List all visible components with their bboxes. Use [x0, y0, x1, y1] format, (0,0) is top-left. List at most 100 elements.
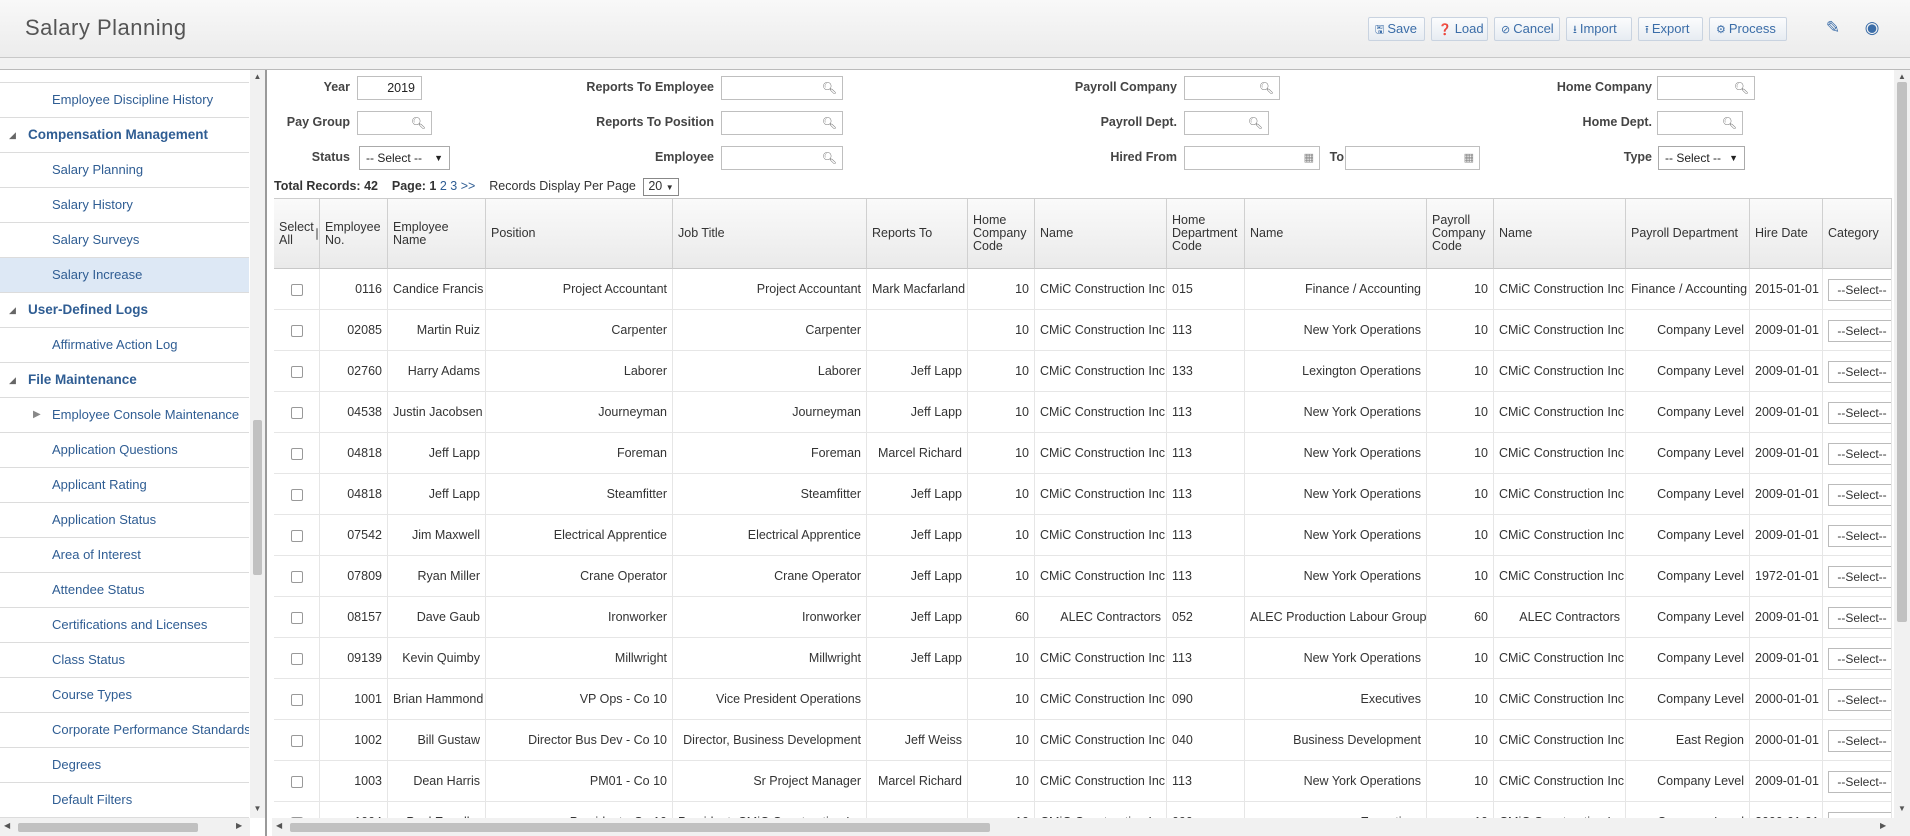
scrollbar-thumb[interactable] [1897, 82, 1907, 622]
column-header-pay-co-code[interactable]: Payroll Company Code [1427, 199, 1494, 269]
row-select-checkbox[interactable] [290, 734, 303, 747]
sidebar-item-salary-planning[interactable]: Salary Planning [0, 153, 249, 188]
grid-horizontal-scrollbar[interactable]: ◀ ▶ [272, 818, 1910, 836]
sidebar-item-applicant-rating[interactable]: Applicant Rating [0, 468, 249, 503]
sidebar-horizontal-scrollbar[interactable]: ◀ ▶ [0, 818, 250, 836]
search-icon[interactable]: 🔍︎ [1259, 77, 1274, 99]
column-header-home-co-name[interactable]: Name [1035, 199, 1167, 269]
column-header-category[interactable]: Category [1823, 199, 1892, 269]
search-icon[interactable]: 🔍︎ [1248, 112, 1263, 134]
year-input[interactable]: 2019 [357, 76, 422, 100]
import-button[interactable]: ⭳ Import [1566, 17, 1632, 41]
search-icon[interactable]: 🔍︎ [822, 147, 837, 169]
column-header-home-dept-name[interactable]: Name [1245, 199, 1427, 269]
table-row[interactable]: 1003 Dean Harris PM01 - Co 10 Sr Project Ma… [274, 761, 1892, 802]
table-row[interactable]: 04818 Jeff Lapp Foreman Foreman Marcel Richa… [274, 433, 1892, 474]
category-select[interactable]: --Select-- [1828, 401, 1891, 424]
column-header-pay-co-name[interactable]: Name [1494, 199, 1626, 269]
sidebar-item-employee-console-maintenance[interactable]: ▶ Employee Console Maintenance [0, 398, 249, 433]
category-select[interactable]: --Select-- [1828, 278, 1891, 301]
process-button[interactable]: ⚙ Process [1709, 17, 1787, 41]
row-select-checkbox[interactable] [290, 488, 303, 501]
scroll-up-icon[interactable]: ▲ [1894, 72, 1910, 81]
table-row[interactable]: 1001 Brian Hammond VP Ops - Co 10 Vice Pres… [274, 679, 1892, 720]
sidebar-item-attendee-status[interactable]: Attendee Status [0, 573, 249, 608]
status-select[interactable]: -- Select -- ▼ [359, 146, 450, 170]
scrollbar-thumb[interactable] [290, 823, 990, 832]
reports-to-employee-input[interactable]: 🔍︎ [721, 76, 843, 100]
collapse-arrow-icon[interactable]: ◢ [9, 363, 16, 397]
page-link-current[interactable]: 1 [429, 179, 436, 193]
row-select-checkbox[interactable] [290, 283, 303, 296]
payroll-dept-input[interactable]: 🔍︎ [1184, 111, 1269, 135]
hired-from-date-input[interactable]: ▦ [1184, 146, 1320, 170]
collapse-arrow-icon[interactable]: ◢ [9, 118, 16, 152]
sidebar-item-employee-discipline-history[interactable]: Employee Discipline History [0, 83, 249, 118]
scroll-left-icon[interactable]: ◀ [4, 821, 10, 830]
row-select-checkbox[interactable] [290, 693, 303, 706]
grid-vertical-scrollbar[interactable]: ▲ ▼ [1894, 70, 1910, 818]
column-header-emp-no[interactable]: Employee No. [320, 199, 388, 269]
search-icon[interactable]: 🔍︎ [822, 77, 837, 99]
row-select-checkbox[interactable] [290, 529, 303, 542]
sidebar-item-salary-surveys[interactable]: Salary Surveys [0, 223, 249, 258]
hired-to-date-input[interactable]: ▦ [1345, 146, 1480, 170]
category-select[interactable]: --Select-- [1828, 770, 1891, 793]
records-per-page-select[interactable]: 20 ▼ [643, 178, 679, 196]
column-header-position[interactable]: Position [486, 199, 673, 269]
sidebar-item-default-filters[interactable]: Default Filters [0, 783, 249, 818]
sidebar-item-affirmative-action-log[interactable]: Affirmative Action Log [0, 328, 249, 363]
category-select[interactable]: --Select-- [1828, 688, 1891, 711]
sidebar-vertical-scrollbar[interactable]: ▲ ▼ [250, 70, 265, 818]
search-icon[interactable]: 🔍︎ [1734, 77, 1749, 99]
scrollbar-thumb[interactable] [18, 823, 198, 832]
category-select[interactable]: --Select-- [1828, 360, 1891, 383]
table-row[interactable]: 0116 Candice Francis Project Accountant Pro… [274, 269, 1892, 310]
home-dept-input[interactable]: 🔍︎ [1657, 111, 1743, 135]
sidebar-item-certifications-and-licenses[interactable]: Certifications and Licenses [0, 608, 249, 643]
collapse-arrow-icon[interactable]: ◢ [9, 293, 16, 327]
table-row[interactable]: 02760 Harry Adams Laborer Laborer Jeff Lapp 1… [274, 351, 1892, 392]
search-icon[interactable]: 🔍︎ [822, 112, 837, 134]
row-select-checkbox[interactable] [290, 611, 303, 624]
sidebar-item-area-of-interest[interactable]: Area of Interest [0, 538, 249, 573]
table-row[interactable]: 02085 Martin Ruiz Carpenter Carpenter 10 CMiC… [274, 310, 1892, 351]
search-icon[interactable]: 🔍︎ [1722, 112, 1737, 134]
column-header-job-title[interactable]: Job Title [673, 199, 867, 269]
sidebar-item-salary-increase[interactable]: Salary Increase [0, 258, 249, 293]
page-link-3[interactable]: 3 [450, 179, 457, 193]
sidebar-item-application-questions[interactable]: Application Questions [0, 433, 249, 468]
calendar-icon[interactable]: ▦ [1464, 147, 1474, 169]
column-header-select[interactable]: Select All [274, 199, 320, 269]
page-link-2[interactable]: 2 [440, 179, 447, 193]
save-button[interactable]: 🖫 Save [1368, 17, 1425, 41]
category-select[interactable]: --Select-- [1828, 442, 1891, 465]
table-row[interactable]: 1004Paul EngelkePresident - Co 10Preside… [274, 802, 1892, 818]
sidebar-item-annual-evaluations[interactable]: Annual Evaluations [0, 70, 249, 83]
category-select[interactable]: --Select-- [1828, 319, 1891, 342]
table-row[interactable]: 07809 Ryan Miller Crane Operator Crane Oper… [274, 556, 1892, 597]
column-header-pay-dept[interactable]: Payroll Department [1626, 199, 1750, 269]
home-company-input[interactable]: 🔍︎ [1657, 76, 1755, 100]
category-select[interactable]: --Select-- [1828, 647, 1891, 670]
table-row[interactable]: 04538 Justin Jacobsen Journeyman Journeyman… [274, 392, 1892, 433]
calendar-icon[interactable]: ▦ [1304, 147, 1314, 169]
sidebar-group-compensation-management[interactable]: ◢ Compensation Management [0, 118, 249, 153]
table-row[interactable]: 08157 Dave Gaub Ironworker Ironworker Jeff L… [274, 597, 1892, 638]
sidebar-group-user-defined-logs[interactable]: ◢ User-Defined Logs [0, 293, 249, 328]
category-select[interactable]: --Select-- [1828, 565, 1891, 588]
sidebar-item-course-types[interactable]: Course Types [0, 678, 249, 713]
scroll-up-icon[interactable]: ▲ [250, 72, 265, 81]
category-select[interactable]: --Select-- [1828, 729, 1891, 752]
employee-input[interactable]: 🔍︎ [721, 146, 843, 170]
type-select[interactable]: -- Select -- ▼ [1658, 146, 1745, 170]
table-row[interactable]: 09139 Kevin Quimby Millwright Millwright Jef… [274, 638, 1892, 679]
row-select-checkbox[interactable] [290, 365, 303, 378]
sidebar-item-class-status[interactable]: Class Status [0, 643, 249, 678]
expand-arrow-icon[interactable]: ▶ [33, 398, 41, 432]
load-button[interactable]: ❓ Load [1431, 17, 1488, 41]
scrollbar-thumb[interactable] [253, 420, 262, 575]
search-icon[interactable]: 🔍︎ [411, 112, 426, 134]
payroll-company-input[interactable]: 🔍︎ [1184, 76, 1280, 100]
pay-group-input[interactable]: 🔍︎ [357, 111, 432, 135]
